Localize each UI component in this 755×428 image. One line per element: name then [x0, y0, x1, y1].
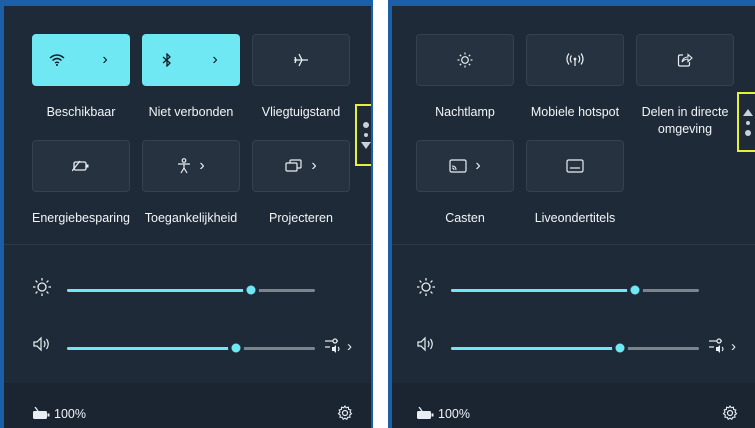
nearby-share-icon [677, 53, 693, 67]
quick-settings-panel-page-1: › Beschikbaar › Niet verbonden Vliegtuig… [0, 0, 373, 428]
tile-label: Vliegtuigstand [261, 105, 341, 119]
chevron-right-icon: › [347, 337, 352, 355]
audio-output-button[interactable]: › [708, 337, 736, 355]
night-light-tile[interactable] [416, 34, 514, 86]
brightness-slider-thumb[interactable] [243, 282, 259, 298]
airplane-icon [294, 53, 308, 67]
tile-label: Mobiele hotspot [530, 105, 620, 119]
audio-output-icon [709, 338, 724, 353]
bluetooth-toggle[interactable] [143, 35, 191, 85]
scroll-up-icon[interactable] [743, 108, 753, 116]
accessibility-tile[interactable]: › [142, 140, 240, 192]
night-light-icon [457, 52, 473, 68]
audio-output-button[interactable]: › [324, 337, 352, 355]
tile-label: Energiebesparing [32, 211, 130, 225]
volume-slider-fill [451, 347, 620, 350]
volume-slider-fill [67, 347, 236, 350]
brightness-icon [33, 278, 51, 296]
wifi-toggle[interactable] [33, 35, 81, 85]
scroll-down-icon[interactable] [361, 141, 371, 149]
chevron-right-icon: › [102, 51, 108, 68]
chevron-right-icon: › [212, 51, 218, 68]
project-icon [285, 159, 302, 172]
cast-tile[interactable]: › [416, 140, 514, 192]
wifi-expand-button[interactable]: › [81, 35, 129, 85]
divider [4, 244, 371, 245]
volume-icon [417, 336, 433, 352]
brightness-icon [417, 278, 435, 296]
brightness-slider[interactable] [451, 282, 699, 298]
gear-icon[interactable] [337, 405, 353, 421]
brightness-slider-thumb[interactable] [627, 282, 643, 298]
brightness-slider-fill [67, 289, 251, 292]
gear-icon[interactable] [722, 405, 738, 421]
page-indicator[interactable] [737, 92, 755, 152]
chevron-right-icon: › [311, 157, 317, 174]
battery-percentage: 100% [438, 407, 470, 421]
audio-output-icon [325, 338, 340, 353]
footer-bar: 100% [4, 383, 371, 428]
project-tile[interactable]: › [252, 140, 350, 192]
bluetooth-expand-button[interactable]: › [191, 35, 239, 85]
cast-icon [449, 159, 467, 173]
page-dot [746, 120, 750, 125]
bluetooth-icon [162, 53, 171, 67]
wifi-icon [49, 54, 65, 66]
battery-percentage: 100% [54, 407, 86, 421]
nearby-share-tile[interactable] [636, 34, 734, 86]
brightness-slider-fill [451, 289, 635, 292]
live-captions-icon [566, 159, 584, 173]
volume-icon [33, 336, 49, 352]
battery-saver-tile[interactable] [32, 140, 130, 192]
volume-slider-thumb[interactable] [612, 340, 628, 356]
tile-label: Projecteren [269, 211, 333, 225]
battery-status[interactable]: 100% [416, 407, 470, 421]
divider [392, 244, 755, 245]
tile-label: Toegankelijkheid [144, 211, 238, 225]
tile-label: Niet verbonden [148, 105, 234, 119]
page-dot-active [363, 121, 369, 128]
volume-slider[interactable] [67, 340, 315, 356]
tile-label: Beschikbaar [46, 105, 116, 119]
battery-charging-icon [33, 407, 50, 419]
chevron-right-icon: › [731, 337, 736, 355]
accessibility-icon [178, 158, 191, 174]
hotspot-icon [566, 53, 584, 66]
battery-status[interactable]: 100% [32, 407, 86, 421]
chevron-right-icon: › [475, 157, 481, 174]
battery-saver-icon [72, 160, 89, 172]
volume-slider[interactable] [451, 340, 699, 356]
brightness-slider[interactable] [67, 282, 315, 298]
volume-slider-thumb[interactable] [228, 340, 244, 356]
wifi-tile[interactable]: › [32, 34, 130, 86]
airplane-mode-tile[interactable] [252, 34, 350, 86]
tile-label: Nachtlamp [435, 105, 495, 119]
battery-charging-icon [417, 407, 434, 419]
footer-bar: 100% [392, 383, 755, 428]
tile-label: Liveondertitels [534, 211, 616, 225]
bluetooth-tile[interactable]: › [142, 34, 240, 86]
page-indicator[interactable] [355, 104, 371, 166]
live-captions-tile[interactable] [526, 140, 624, 192]
page-dot [364, 132, 368, 137]
quick-settings-panel-page-2: Nachtlamp Mobiele hotspot Delen in direc… [388, 0, 755, 428]
page-dot-active [745, 129, 751, 136]
chevron-right-icon: › [199, 157, 205, 174]
tile-label: Delen in directe omgeving [641, 105, 729, 136]
tile-label: Casten [445, 211, 485, 225]
mobile-hotspot-tile[interactable] [526, 34, 624, 86]
